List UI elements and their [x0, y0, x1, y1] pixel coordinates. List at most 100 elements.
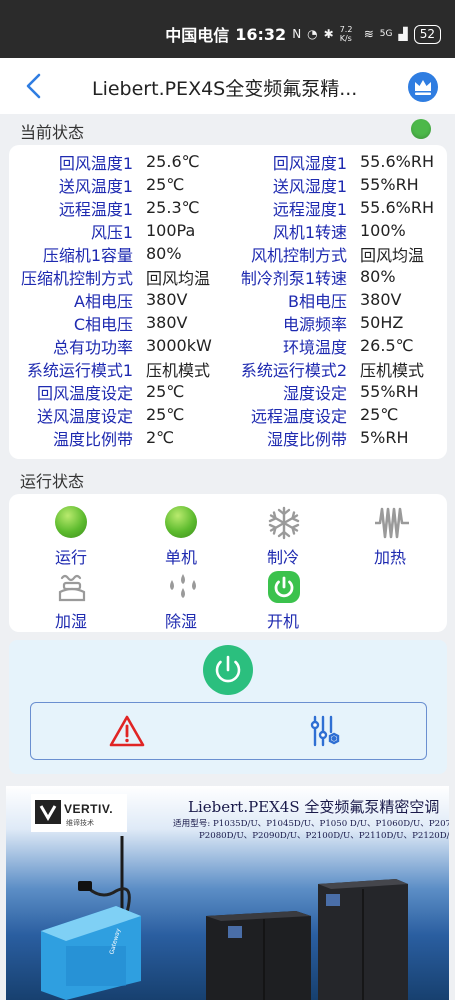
run-item-label: 加湿: [54, 612, 87, 631]
run-item-label: 运行: [54, 548, 87, 567]
param-value: 25℃: [146, 382, 185, 401]
settings-button[interactable]: [309, 714, 343, 748]
param-row: 回风温度1 25.6℃ 回风湿度1 55.6%RH: [9, 150, 447, 173]
run-item-heating: 加热: [350, 506, 430, 568]
param-label: 远程温度1: [58, 199, 133, 219]
param-value: 压机模式: [360, 360, 425, 380]
param-label: 总有功功率: [52, 337, 133, 357]
alarm-button[interactable]: [109, 714, 145, 748]
param-label: 风机1转速: [272, 222, 347, 242]
param-value: 压机模式: [146, 360, 211, 380]
green-ball-icon: [165, 506, 197, 538]
param-label: A相电压: [74, 291, 133, 311]
run-item-label: 开机: [266, 612, 299, 631]
param-value: 回风均温: [360, 245, 425, 265]
param-label: 湿度设定: [282, 383, 347, 403]
param-label: 远程湿度1: [272, 199, 347, 219]
param-label: 风机控制方式: [250, 245, 347, 265]
param-value: 25.6℃: [146, 152, 200, 171]
param-row: 总有功功率 3000kW 环境温度 26.5℃: [9, 334, 447, 357]
param-row: 送风温度1 25℃ 送风湿度1 55%RH: [9, 173, 447, 196]
snowflake-icon: [268, 506, 300, 540]
run-item-dehumidify: 除湿: [141, 570, 221, 632]
param-value: 25℃: [146, 175, 185, 194]
param-label: 压缩机1容量: [42, 245, 133, 265]
run-item-label: 单机: [164, 548, 197, 567]
param-label: 送风湿度1: [272, 176, 347, 196]
param-label: 环境温度: [282, 337, 347, 357]
param-value: 55%RH: [360, 175, 419, 194]
param-value: 25.3℃: [146, 198, 200, 217]
param-label: 回风温度设定: [36, 383, 133, 403]
param-label: 送风温度1: [58, 176, 133, 196]
vip-button[interactable]: [408, 72, 438, 102]
run-item-running: 运行: [31, 506, 111, 568]
status-bar-right: 中国电信 16:32 N ◔ ✱ 7.2 K/s ≋ 5G ▟ 52: [165, 22, 441, 46]
humidifier-icon: [58, 574, 86, 602]
power-icon: [215, 655, 241, 683]
warning-icon: [109, 715, 145, 747]
param-value: 55.6%RH: [360, 198, 434, 217]
status-bar: 中国电信 16:32 N ◔ ✱ 7.2 K/s ≋ 5G ▟ 52: [0, 0, 455, 58]
page-title: Liebert.PEX4S全变频氟泵精...: [92, 78, 358, 100]
run-item-standalone: 单机: [141, 506, 221, 568]
param-value: 380V: [146, 290, 188, 309]
param-value: 55%RH: [360, 382, 419, 401]
back-button[interactable]: [22, 72, 46, 100]
param-row: 送风温度设定 25℃ 远程温度设定 25℃: [9, 403, 447, 426]
control-actions-box: [30, 702, 427, 760]
param-value: 100Pa: [146, 221, 196, 240]
run-item-power-on: 开机: [243, 570, 323, 632]
param-label: 系统运行模式2: [240, 360, 347, 380]
product-banner: VERTIV. 维谛技术 Liebert.PEX4S 全变频氟泵精密空调 适用型…: [6, 786, 449, 1000]
signal-icon: ▟: [398, 27, 408, 41]
bluetooth-icon: ✱: [323, 27, 334, 41]
app-bar: Liebert.PEX4S全变频氟泵精...: [0, 58, 455, 114]
power-on-icon: [268, 571, 300, 603]
chevron-left-icon: [26, 73, 41, 99]
param-value: 5%RH: [360, 428, 409, 447]
param-row: A相电压 380V B相电压 380V: [9, 288, 447, 311]
param-row: 压缩机1容量 80% 风机控制方式 回风均温: [9, 242, 447, 265]
nfc-icon: N: [292, 27, 302, 41]
run-item-label: 制冷: [266, 548, 299, 567]
param-value: 3000kW: [146, 336, 212, 355]
param-value: 380V: [146, 313, 188, 332]
droplets-icon: [170, 574, 196, 598]
param-row: 温度比例带 2℃ 湿度比例带 5%RH: [9, 426, 447, 449]
param-value: 2℃: [146, 428, 175, 447]
crown-icon: [415, 80, 431, 95]
network-type: 5G: [379, 29, 393, 39]
param-row: C相电压 380V 电源频率 50HZ: [9, 311, 447, 334]
run-item-label: 除湿: [164, 612, 197, 631]
param-row: 远程温度1 25.3℃ 远程湿度1 55.6%RH: [9, 196, 447, 219]
param-value: 80%: [146, 244, 182, 263]
param-value: 380V: [360, 290, 402, 309]
power-button[interactable]: [203, 645, 253, 695]
param-label: 温度比例带: [52, 429, 133, 449]
current-status-title: 当前状态: [20, 123, 85, 142]
banner-illustration: [41, 836, 408, 1000]
run-status-title: 运行状态: [20, 472, 85, 491]
wifi-icon: ≋: [363, 27, 374, 41]
param-row: 压缩机控制方式 回风均温 制冷剂泵1转速 80%: [9, 265, 447, 288]
heater-icon: [375, 507, 409, 539]
green-ball-icon: [55, 506, 87, 538]
param-label: 电源频率: [282, 314, 347, 334]
run-item-label: 加热: [373, 548, 406, 567]
param-value: 100%: [360, 221, 406, 240]
param-value: 55.6%RH: [360, 152, 434, 171]
param-value: 回风均温: [146, 268, 211, 288]
param-label: 远程温度设定: [250, 406, 347, 426]
run-status-card: 运行 单机 制冷 加热 加湿 除湿 开机: [9, 494, 447, 632]
run-item-cooling: 制冷: [243, 506, 323, 568]
run-item-humidify: 加湿: [31, 570, 111, 632]
alarm-icon: ◔: [307, 27, 318, 41]
online-status-dot: [411, 119, 431, 139]
param-label: 风压1: [90, 222, 133, 242]
clock: 16:32: [235, 24, 287, 44]
param-label: B相电压: [288, 291, 347, 311]
param-row: 系统运行模式1 压机模式 系统运行模式2 压机模式: [9, 357, 447, 380]
param-label: 系统运行模式1: [26, 360, 133, 380]
param-row: 回风温度设定 25℃ 湿度设定 55%RH: [9, 380, 447, 403]
